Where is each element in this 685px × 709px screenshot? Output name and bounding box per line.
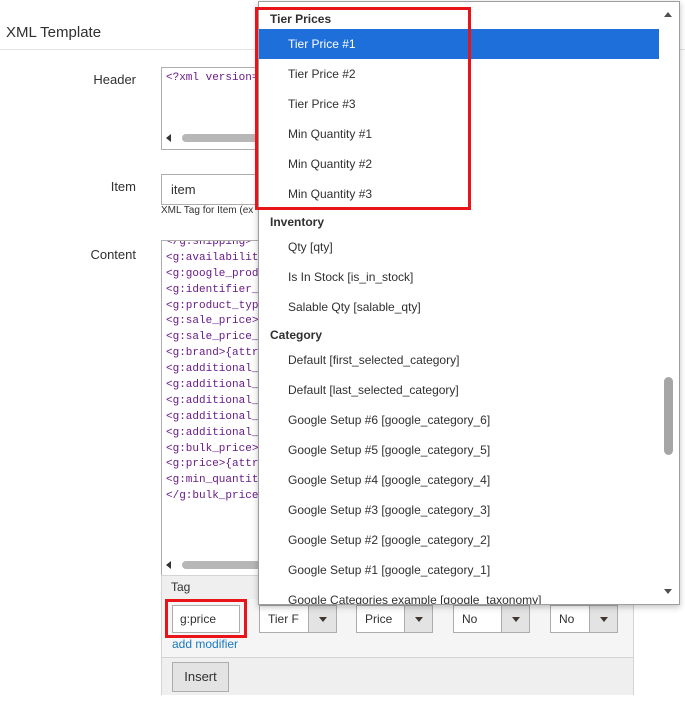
content-textarea[interactable]: </g:shipping> <g:availability <g:google_pr… (161, 240, 271, 576)
content-code-line: <g:additional_i (166, 363, 266, 376)
section-title: XML Template (6, 24, 102, 41)
group-label-category: Category (270, 328, 323, 342)
header-horizontal-scrollbar[interactable] (166, 132, 266, 144)
option-last-selected-category[interactable]: Default [last_selected_category] (259, 375, 659, 405)
option-google-category-2[interactable]: Google Setup #2 [google_category_2] (259, 525, 659, 555)
scroll-thumb[interactable] (182, 134, 266, 142)
tag-input-highlight (165, 599, 247, 638)
option-select-2-value: No (559, 612, 575, 626)
scroll-left-icon[interactable] (166, 561, 171, 569)
content-code-line: <g:brand>{attri (166, 347, 266, 360)
option-google-category-1[interactable]: Google Setup #1 [google_category_1] (259, 555, 659, 585)
content-code-line: <g:bulk_price> (166, 442, 259, 455)
header-label: Header (93, 72, 136, 87)
dropdown-scrollbar[interactable] (659, 2, 679, 604)
content-code-line: <g:product_type (166, 299, 266, 312)
option-qty[interactable]: Qty [qty] (259, 232, 659, 262)
option-google-taxonomy[interactable]: Google Categories example [google_taxono… (259, 585, 659, 604)
option-google-category-4[interactable]: Google Setup #4 [google_category_4] (259, 465, 659, 495)
chevron-down-icon[interactable] (589, 606, 617, 632)
chevron-down-icon[interactable] (308, 606, 336, 632)
scroll-left-icon[interactable] (166, 134, 171, 142)
option-is-in-stock[interactable]: Is In Stock [is_in_stock] (259, 262, 659, 292)
insert-button[interactable]: Insert (172, 662, 229, 692)
content-code-line: </g:shipping> (166, 240, 252, 248)
group-label-inventory: Inventory (270, 215, 325, 229)
header-code-line: <?xml version= (166, 72, 259, 84)
scroll-thumb[interactable] (182, 561, 266, 569)
item-note: XML Tag for Item (ex (161, 205, 254, 216)
option-google-category-3[interactable]: Google Setup #3 [google_category_3] (259, 495, 659, 525)
content-code-line: <g:additional_i (166, 426, 266, 439)
scroll-thumb[interactable] (664, 377, 673, 455)
content-label: Content (90, 247, 136, 262)
content-code-line: <g:availability (166, 251, 266, 264)
option-google-category-5[interactable]: Google Setup #5 [google_category_5] (259, 435, 659, 465)
content-code-line: <g:google_produ (166, 267, 266, 280)
tag-label: Tag (171, 580, 191, 594)
content-code-line: <g:min_quantity (166, 474, 266, 487)
content-code-line: <g:additional_i (166, 379, 266, 392)
item-label: Item (110, 179, 136, 194)
option-select-1-value: No (462, 612, 478, 626)
format-select[interactable]: Price (356, 605, 433, 633)
attribute-select[interactable]: Tier F (259, 605, 337, 633)
option-google-category-6[interactable]: Google Setup #6 [google_category_6] (259, 405, 659, 435)
content-code-line: <g:identifier_e (166, 283, 266, 296)
attribute-select-value: Tier F (268, 612, 299, 626)
chevron-down-icon[interactable] (501, 606, 529, 632)
option-select-1[interactable]: No (453, 605, 530, 633)
content-code-line: <g:sale_price>{ (166, 315, 266, 328)
content-code-line: </g:bulk_price> (166, 490, 266, 503)
option-first-selected-category[interactable]: Default [first_selected_category] (259, 345, 659, 375)
format-select-value: Price (365, 612, 393, 626)
option-salable-qty[interactable]: Salable Qty [salable_qty] (259, 292, 659, 322)
content-code-lines: </g:shipping> <g:availability <g:google_pr… (162, 240, 270, 505)
option-select-2[interactable]: No (550, 605, 618, 633)
content-code-line: <g:price>{attri (166, 458, 266, 471)
insert-area: Insert (162, 657, 633, 695)
content-code-line: <g:additional_i (166, 394, 266, 407)
chevron-down-icon[interactable] (404, 606, 432, 632)
tier-prices-highlight (255, 7, 471, 210)
content-code-line: <g:sale_price_e (166, 331, 266, 344)
scroll-down-icon[interactable] (664, 589, 672, 594)
scroll-up-icon[interactable] (664, 12, 672, 17)
content-horizontal-scrollbar[interactable] (166, 559, 266, 571)
add-modifier-link[interactable]: add modifier (172, 637, 238, 651)
content-code-line: <g:additional_i (166, 410, 266, 423)
